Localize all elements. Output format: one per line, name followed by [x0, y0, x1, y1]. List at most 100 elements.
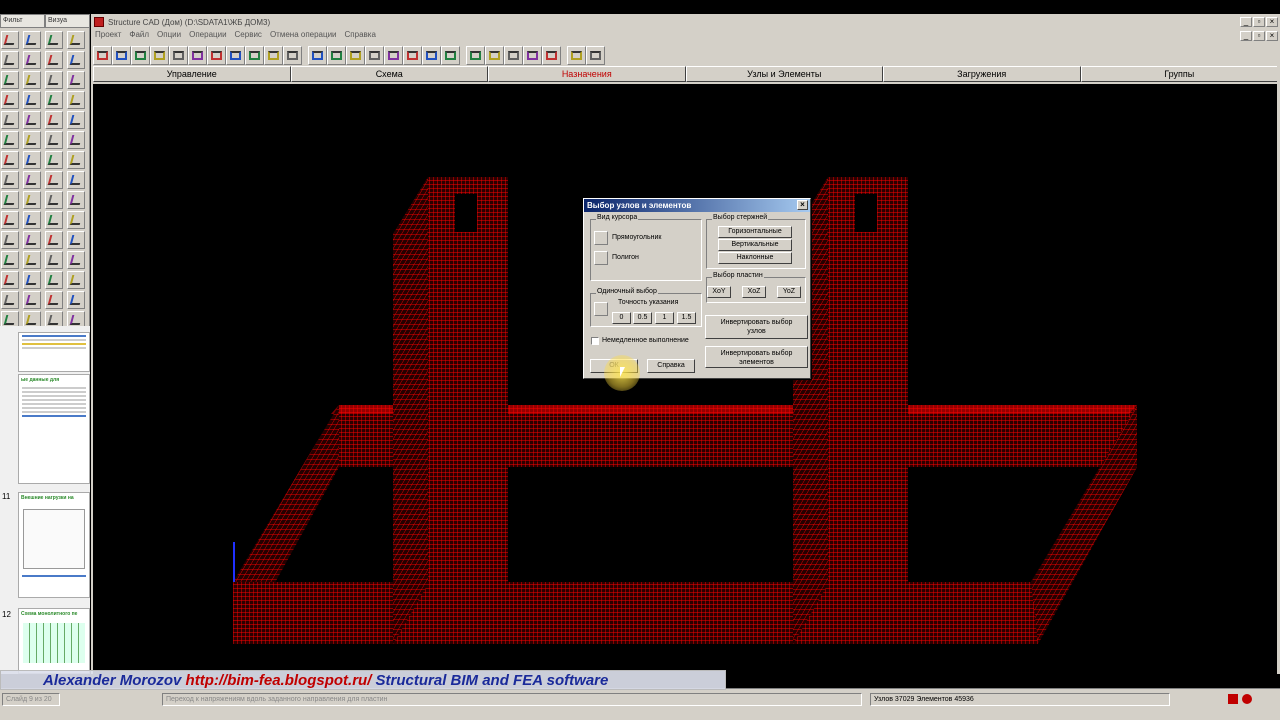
- toolbar-tool-icon[interactable]: [346, 45, 365, 65]
- toolbar-tool-icon[interactable]: [466, 45, 485, 65]
- toolbar-tool-icon[interactable]: [112, 45, 131, 65]
- palette-tool-icon[interactable]: [1, 51, 19, 69]
- precision-15-button[interactable]: 1.5: [677, 312, 696, 324]
- ok-button[interactable]: ОК: [590, 359, 638, 373]
- palette-tool-icon[interactable]: [23, 131, 41, 149]
- precision-05-button[interactable]: 0.5: [633, 312, 652, 324]
- palette-tool-icon[interactable]: [1, 291, 19, 309]
- palette-tool-icon[interactable]: [45, 71, 63, 89]
- palette-tool-icon[interactable]: [1, 131, 19, 149]
- tab-loads[interactable]: Загружения: [883, 66, 1081, 82]
- palette-tool-icon[interactable]: [45, 251, 63, 269]
- palette-tool-icon[interactable]: [67, 51, 85, 69]
- palette-tool-icon[interactable]: [1, 231, 19, 249]
- palette-tool-icon[interactable]: [45, 271, 63, 289]
- palette-tool-icon[interactable]: [67, 71, 85, 89]
- toolbar-tool-icon[interactable]: [567, 45, 586, 65]
- toolbar-tool-icon[interactable]: [504, 45, 523, 65]
- tab-management[interactable]: Управление: [93, 66, 291, 82]
- palette-tool-icon[interactable]: [45, 171, 63, 189]
- doc-close-button[interactable]: ×: [1266, 31, 1278, 41]
- toolbar-tool-icon[interactable]: [93, 45, 112, 65]
- palette-tool-icon[interactable]: [67, 191, 85, 209]
- precision-1-button[interactable]: 1: [655, 312, 674, 324]
- palette-tool-icon[interactable]: [1, 111, 19, 129]
- slide-thumb[interactable]: Схема монолитного пе: [18, 608, 90, 674]
- menu-operations[interactable]: Операции: [189, 30, 226, 42]
- palette-tool-icon[interactable]: [45, 91, 63, 109]
- help-button[interactable]: Справка: [647, 359, 695, 373]
- toolbar-tool-icon[interactable]: [188, 45, 207, 65]
- palette-tool-icon[interactable]: [45, 51, 63, 69]
- palette-tool-icon[interactable]: [45, 151, 63, 169]
- vertical-rods-button[interactable]: Вертикальные: [718, 239, 792, 251]
- menu-service[interactable]: Сервис: [235, 30, 262, 42]
- tab-nodes-elements[interactable]: Узлы и Элементы: [685, 66, 883, 82]
- minimize-button[interactable]: _: [1240, 17, 1252, 27]
- slide-thumb[interactable]: ые данные для: [18, 374, 90, 484]
- palette-tool-icon[interactable]: [1, 151, 19, 169]
- toolbar-tool-icon[interactable]: [542, 45, 561, 65]
- palette-tool-icon[interactable]: [67, 171, 85, 189]
- palette-tool-icon[interactable]: [1, 31, 19, 49]
- horizontal-rods-button[interactable]: Горизонтальные: [718, 226, 792, 238]
- toolbar-tool-icon[interactable]: [226, 45, 245, 65]
- palette-tool-icon[interactable]: [1, 271, 19, 289]
- palette-tool-icon[interactable]: [45, 31, 63, 49]
- palette-tool-icon[interactable]: [45, 211, 63, 229]
- palette-tool-icon[interactable]: [67, 211, 85, 229]
- slide-thumb[interactable]: Внешние нагрузки на: [18, 492, 90, 598]
- palette-tool-icon[interactable]: [67, 231, 85, 249]
- toolbar-tool-icon[interactable]: [586, 45, 605, 65]
- inclined-rods-button[interactable]: Наклонные: [718, 252, 792, 264]
- toolbar-tool-icon[interactable]: [169, 45, 188, 65]
- palette-tool-icon[interactable]: [67, 271, 85, 289]
- toolbar-tool-icon[interactable]: [264, 45, 283, 65]
- menu-undo[interactable]: Отмена операции: [270, 30, 337, 42]
- menu-help[interactable]: Справка: [345, 30, 376, 42]
- palette-tool-icon[interactable]: [67, 91, 85, 109]
- restore-button[interactable]: ▫: [1253, 17, 1265, 27]
- plates-xoy-button[interactable]: XoY: [707, 286, 731, 298]
- palette-tool-icon[interactable]: [23, 291, 41, 309]
- palette-tool-icon[interactable]: [1, 71, 19, 89]
- toolbar-tool-icon[interactable]: [245, 45, 264, 65]
- palette-tab-filter[interactable]: Фильт: [0, 14, 45, 28]
- palette-tool-icon[interactable]: [67, 131, 85, 149]
- invert-elements-button[interactable]: Инвертировать выбор элементов: [705, 346, 808, 368]
- doc-minimize-button[interactable]: _: [1240, 31, 1252, 41]
- immediate-checkbox[interactable]: [591, 337, 599, 345]
- palette-tool-icon[interactable]: [23, 111, 41, 129]
- palette-tool-icon[interactable]: [67, 291, 85, 309]
- palette-tool-icon[interactable]: [67, 151, 85, 169]
- palette-tool-icon[interactable]: [1, 171, 19, 189]
- polygon-option[interactable]: Полигон: [612, 254, 639, 261]
- toolbar-tool-icon[interactable]: [441, 45, 460, 65]
- toolbar-tool-icon[interactable]: [207, 45, 226, 65]
- polygon-cursor-icon[interactable]: [594, 251, 608, 265]
- model-viewport[interactable]: [93, 84, 1277, 674]
- palette-tool-icon[interactable]: [23, 251, 41, 269]
- palette-tool-icon[interactable]: [45, 111, 63, 129]
- rectangle-option[interactable]: Прямоугольник: [612, 234, 661, 241]
- palette-tool-icon[interactable]: [1, 191, 19, 209]
- palette-tool-icon[interactable]: [45, 131, 63, 149]
- doc-restore-button[interactable]: ▫: [1253, 31, 1265, 41]
- palette-tool-icon[interactable]: [1, 251, 19, 269]
- palette-tool-icon[interactable]: [45, 231, 63, 249]
- toolbar-tool-icon[interactable]: [422, 45, 441, 65]
- palette-tool-icon[interactable]: [67, 251, 85, 269]
- dialog-close-button[interactable]: ×: [797, 200, 808, 210]
- palette-tool-icon[interactable]: [45, 291, 63, 309]
- crosshair-icon[interactable]: [594, 302, 608, 316]
- tab-groups[interactable]: Группы: [1080, 66, 1278, 82]
- palette-tool-icon[interactable]: [23, 171, 41, 189]
- plates-yoz-button[interactable]: YoZ: [777, 286, 801, 298]
- close-button[interactable]: ×: [1266, 17, 1278, 27]
- invert-nodes-button[interactable]: Инвертировать выбор узлов: [705, 315, 808, 339]
- tab-scheme[interactable]: Схема: [290, 66, 488, 82]
- toolbar-tool-icon[interactable]: [403, 45, 422, 65]
- toolbar-tool-icon[interactable]: [150, 45, 169, 65]
- toolbar-tool-icon[interactable]: [131, 45, 150, 65]
- palette-tool-icon[interactable]: [23, 51, 41, 69]
